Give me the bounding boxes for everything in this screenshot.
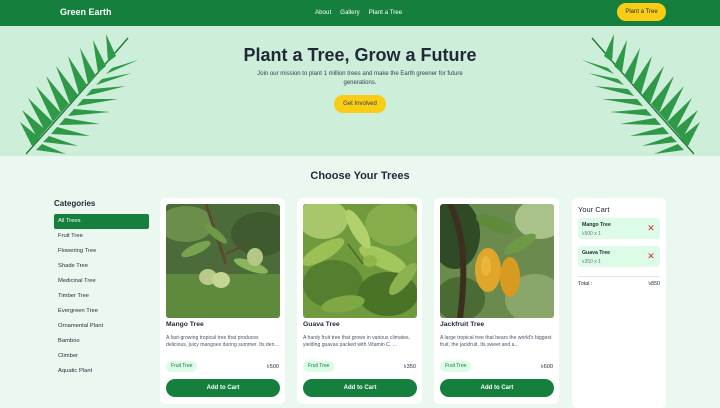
category-item-timber-tree[interactable]: Timber Tree	[54, 289, 149, 304]
category-item-flowering-tree[interactable]: Flowering Tree	[54, 244, 149, 259]
product-name[interactable]: Jackfruit Tree	[440, 321, 484, 328]
categories-title: Categories	[54, 199, 96, 208]
category-item-aquatic-plant[interactable]: Aquatic Plant	[54, 364, 149, 379]
cart-panel: Your Cart Mango Tree ৳500 x 1 ✕ Guava Tr…	[572, 198, 666, 408]
add-to-cart-button[interactable]: Add to Cart	[303, 379, 417, 397]
category-item-shade-tree[interactable]: Shade Tree	[54, 259, 149, 274]
guava-tree-image	[303, 204, 417, 318]
cart-item-qty: ৳500 x 1	[582, 231, 601, 237]
cart-total-label: Total :	[578, 281, 593, 287]
hero-banner: Plant a Tree, Grow a Future Join our mis…	[0, 26, 720, 156]
category-list: All Trees Fruit Tree Flowering Tree Shad…	[54, 214, 149, 379]
cart-item-name: Guava Tree	[582, 250, 610, 256]
section-title: Choose Your Trees	[310, 170, 410, 182]
nav-link-about[interactable]: About	[315, 9, 331, 16]
product-price: ৳350	[403, 364, 416, 370]
nav-links: About Gallery Plant a Tree	[315, 9, 402, 16]
category-badge: Fruit Tree	[440, 361, 472, 372]
category-item-evergreen-tree[interactable]: Evergreen Tree	[54, 304, 149, 319]
nav-link-plant[interactable]: Plant a Tree	[369, 9, 402, 16]
product-description: A fast-growing tropical tree that produc…	[166, 335, 279, 349]
remove-icon[interactable]: ✕	[646, 251, 656, 261]
cart-item-qty: ৳350 x 1	[582, 259, 601, 265]
product-description: A hardy fruit tree that grows in various…	[303, 335, 411, 349]
category-badge: Fruit Tree	[303, 361, 335, 372]
nav-link-gallery[interactable]: Gallery	[340, 9, 360, 16]
product-name[interactable]: Guava Tree	[303, 321, 340, 328]
cart-item-name: Mango Tree	[582, 222, 611, 228]
navbar: Green Earth About Gallery Plant a Tree P…	[0, 0, 720, 26]
category-badge: Fruit Tree	[166, 361, 198, 372]
hero-subtitle: Join our mission to plant 1 million tree…	[257, 71, 463, 86]
cart-total-value: ৳850	[648, 281, 660, 287]
get-involved-button[interactable]: Get Involved	[334, 95, 386, 113]
hero-title: Plant a Tree, Grow a Future	[243, 45, 477, 65]
category-item-fruit-tree[interactable]: Fruit Tree	[54, 229, 149, 244]
remove-icon[interactable]: ✕	[646, 223, 656, 233]
product-description: A large tropical tree that bears the wor…	[440, 335, 552, 349]
product-price: ৳600	[540, 364, 553, 370]
category-item-climber[interactable]: Climber	[54, 349, 149, 364]
jackfruit-tree-image	[440, 204, 554, 318]
add-to-cart-button[interactable]: Add to Cart	[440, 379, 554, 397]
category-item-all-trees[interactable]: All Trees	[54, 214, 149, 229]
product-price: ৳500	[266, 364, 279, 370]
product-card-guava: Guava Tree A hardy fruit tree that grows…	[297, 198, 422, 404]
brand-logo[interactable]: Green Earth	[60, 7, 112, 17]
category-item-bamboo[interactable]: Bamboo	[54, 334, 149, 349]
mango-tree-image	[166, 204, 280, 318]
cart-item: Mango Tree ৳500 x 1 ✕	[578, 218, 660, 239]
cart-item: Guava Tree ৳350 x 1 ✕	[578, 246, 660, 267]
add-to-cart-button[interactable]: Add to Cart	[166, 379, 280, 397]
product-card-mango: Mango Tree A fast-growing tropical tree …	[160, 198, 285, 404]
category-item-medicinal-tree[interactable]: Medicinal Tree	[54, 274, 149, 289]
cart-divider	[578, 276, 660, 277]
cart-title: Your Cart	[578, 205, 610, 214]
category-item-ornamental-plant[interactable]: Ornamental Plant	[54, 319, 149, 334]
plant-a-tree-button[interactable]: Plant a Tree	[617, 3, 666, 21]
product-card-jackfruit: Jackfruit Tree A large tropical tree tha…	[434, 198, 559, 404]
product-name[interactable]: Mango Tree	[166, 321, 204, 328]
